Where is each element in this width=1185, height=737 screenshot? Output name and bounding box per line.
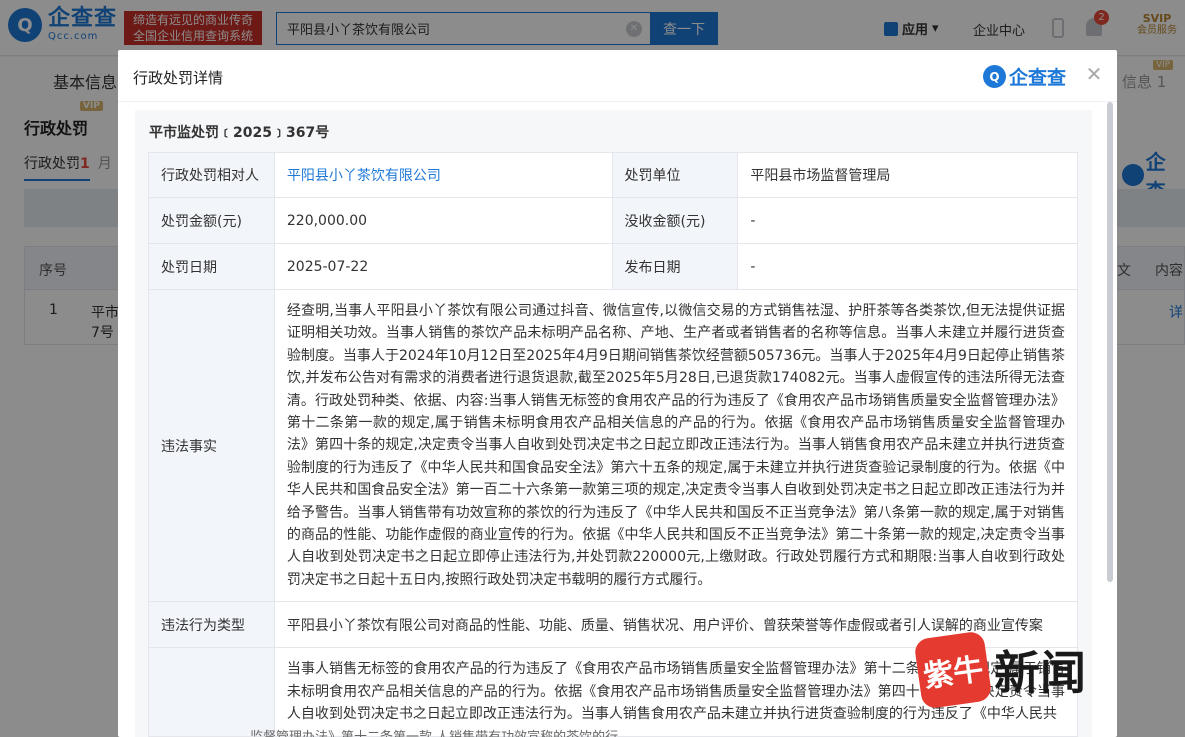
modal-scrollbar[interactable] <box>1107 102 1113 582</box>
unit-value: 平阳县市场监督管理局 <box>737 152 1078 198</box>
table-row: 处罚日期 2025-07-22 发布日期 - <box>148 243 1078 290</box>
modal-logo-text: 企查查 <box>1009 67 1067 89</box>
party-label: 行政处罚相对人 <box>148 152 275 198</box>
modal-logo: Q 企查查 <box>983 63 1066 90</box>
modal-title: 行政处罚详情 <box>133 69 224 87</box>
facts-label: 违法事实 <box>148 288 275 603</box>
amount-label: 处罚金额(元) <box>148 197 275 244</box>
news-watermark: 紫牛 新闻 <box>913 630 1086 710</box>
date-label: 处罚日期 <box>148 243 275 290</box>
party-company-link[interactable]: 平阳县小丫茶饮有限公司 <box>287 168 441 184</box>
type-label: 违法行为类型 <box>148 601 275 649</box>
amount-value: 220,000.00 <box>273 197 613 244</box>
date-value: 2025-07-22 <box>273 243 613 290</box>
close-icon[interactable]: ✕ <box>1084 64 1104 84</box>
logo-mark-icon: Q <box>983 65 1006 88</box>
watermark-badge: 紫牛 <box>913 630 993 710</box>
publish-label: 发布日期 <box>611 243 739 290</box>
table-row: 违法事实 经查明,当事人平阳县小丫茶饮有限公司通过抖音、微信宣传,以微信交易的方… <box>148 288 1079 603</box>
confiscate-value: - <box>737 197 1078 244</box>
modal-header: 行政处罚详情 Q 企查查 ✕ <box>118 50 1117 102</box>
watermark-text: 新闻 <box>994 646 1086 700</box>
unit-label: 处罚单位 <box>611 152 739 198</box>
background-peek-text: 监督管理办法》第十二条第一款 人销售带有功效宣称的茶饮的行 <box>250 726 618 737</box>
confiscate-label: 没收金额(元) <box>611 197 739 244</box>
decision-document-number: 平市监处罚﹝2025﹞367号 <box>149 125 330 141</box>
publish-value: - <box>737 243 1078 290</box>
table-row: 处罚金额(元) 220,000.00 没收金额(元) - <box>148 197 1078 244</box>
table-row: 行政处罚相对人 平阳县小丫茶饮有限公司 处罚单位 平阳县市场监督管理局 <box>148 152 1078 198</box>
facts-value: 经查明,当事人平阳县小丫茶饮有限公司通过抖音、微信宣传,以微信交易的方式销售祛湿… <box>273 288 1079 603</box>
